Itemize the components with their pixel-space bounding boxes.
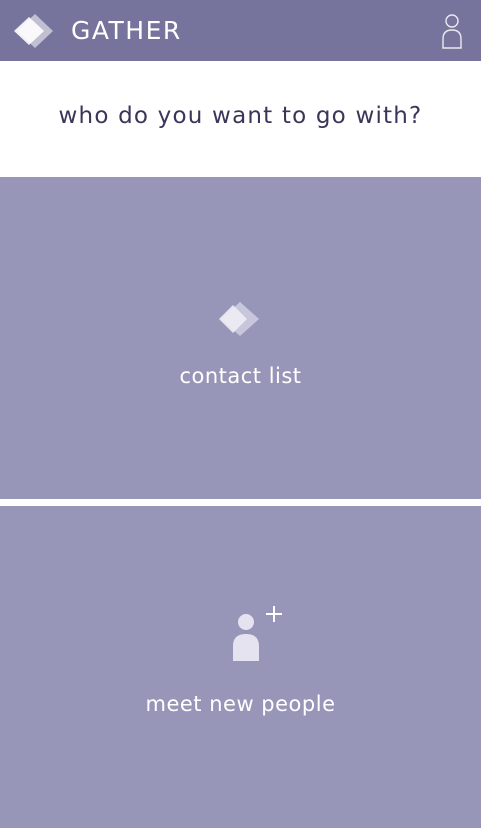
question-area: who do you want to go with? xyxy=(0,61,481,177)
contact-list-option[interactable]: contact list xyxy=(0,177,481,499)
meet-new-people-label: meet new people xyxy=(145,692,336,716)
gather-diamond-icon xyxy=(219,301,261,341)
meet-new-people-option[interactable]: meet new people xyxy=(0,506,481,828)
user-profile-icon[interactable] xyxy=(437,11,467,51)
page-question: who do you want to go with? xyxy=(58,103,423,129)
contact-list-label: contact list xyxy=(179,364,302,388)
app-title: GATHER xyxy=(71,16,182,45)
app-header: GATHER xyxy=(0,0,481,61)
divider xyxy=(0,499,481,506)
add-person-icon xyxy=(228,603,288,669)
gather-logo-icon[interactable] xyxy=(14,13,56,49)
